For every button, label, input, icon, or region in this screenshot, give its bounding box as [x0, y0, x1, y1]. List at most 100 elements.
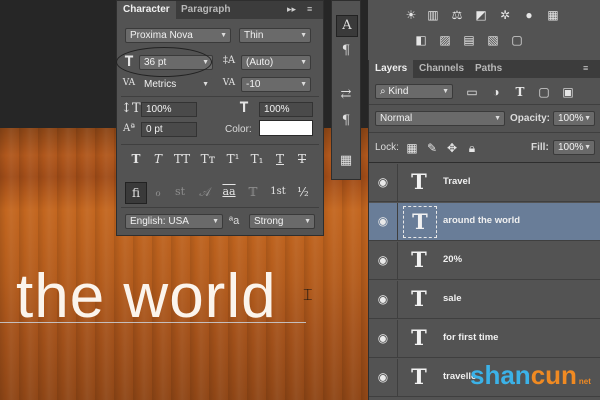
text-cursor-icon: ⌶: [303, 287, 313, 304]
layer-name[interactable]: Travel: [443, 176, 470, 187]
kerning-icon: VA: [122, 78, 136, 88]
exposure-icon[interactable]: ◩: [474, 9, 488, 21]
type-layer-thumbnail-icon: T: [403, 206, 437, 238]
type-layer-thumbnail-icon: T: [411, 286, 427, 311]
ligatures-button[interactable]: ﬁ: [125, 182, 147, 204]
lock-all-icon[interactable]: 🔒︎: [465, 142, 479, 154]
antialias-dropdown[interactable]: Strong ▼: [249, 214, 315, 229]
language-dropdown[interactable]: English: USA ▼: [125, 214, 223, 229]
opacity-value: 100%: [558, 113, 584, 124]
posterize-icon[interactable]: ▨: [438, 34, 452, 46]
curves-icon[interactable]: ⚖: [450, 9, 464, 21]
old-style-button[interactable]: st: [171, 184, 189, 200]
selective-color-icon[interactable]: ▢: [510, 34, 524, 46]
tab-paths[interactable]: Paths: [469, 60, 508, 78]
vertical-scale-field[interactable]: 100%: [141, 102, 197, 117]
watermark-sub: net: [578, 377, 591, 386]
levels-icon[interactable]: ▥: [426, 9, 440, 21]
subscript-button[interactable]: T₁: [247, 151, 267, 167]
leading-field[interactable]: (Auto) ▼: [241, 55, 311, 70]
faux-bold-button[interactable]: T: [127, 151, 145, 167]
superscript-button[interactable]: T¹: [223, 151, 243, 167]
gradient-map-icon[interactable]: ▧: [486, 34, 500, 46]
layer-row[interactable]: ◉ T sale: [369, 281, 600, 319]
tab-layers[interactable]: Layers: [369, 60, 414, 78]
vertical-scale-icon: ↕T: [121, 101, 141, 116]
visibility-eye-icon[interactable]: ◉: [369, 359, 398, 396]
blend-mode-dropdown[interactable]: Normal ▼: [375, 111, 505, 126]
filter-adjustment-icon[interactable]: ◑: [489, 86, 503, 98]
character-panel-button[interactable]: A: [336, 15, 358, 37]
threshold-icon[interactable]: ▤: [462, 34, 476, 46]
strikethrough-button[interactable]: T: [293, 151, 311, 167]
tab-paragraph[interactable]: Paragraph: [175, 1, 236, 19]
layer-name[interactable]: around the world: [443, 215, 520, 226]
lock-image-pixels-icon[interactable]: ✎: [425, 142, 439, 154]
color-lookup-icon[interactable]: ▦: [546, 9, 560, 21]
swash-button[interactable]: 𝒜: [195, 184, 215, 200]
tracking-field[interactable]: -10 ▼: [241, 77, 311, 92]
antialias-icon: ªa: [229, 215, 240, 227]
collapse-panel-icon[interactable]: ▸▸: [287, 4, 296, 15]
invert-icon[interactable]: ◧: [414, 34, 428, 46]
chevron-down-icon: ▼: [220, 32, 227, 39]
watermark-part2: cun: [530, 360, 577, 390]
tab-character[interactable]: Character: [117, 1, 176, 19]
filter-smart-object-icon[interactable]: ▣: [561, 86, 575, 98]
visibility-eye-icon[interactable]: ◉: [369, 320, 398, 357]
chevron-down-icon: ▼: [300, 32, 307, 39]
adjustments-panel: ☀ ▥ ⚖ ◩ ✲ ● ▦ ◧ ▨ ▤ ▧ ▢: [368, 0, 600, 60]
layers-panel-tabs: Layers Channels Paths ≡: [369, 60, 600, 78]
kerning-dropdown[interactable]: Metrics ▼: [139, 77, 213, 92]
hue-saturation-icon[interactable]: ●: [522, 9, 536, 21]
vibrance-icon[interactable]: ✲: [498, 9, 512, 21]
layer-name[interactable]: for first time: [443, 332, 498, 343]
text-color-swatch[interactable]: [259, 120, 313, 136]
layer-row[interactable]: ◉ T for first time: [369, 320, 600, 358]
layer-row[interactable]: ◉ T 20%: [369, 242, 600, 280]
watermark-part1: shan: [470, 360, 531, 390]
layer-name[interactable]: sale: [443, 293, 462, 304]
fill-field[interactable]: 100% ▼: [553, 140, 595, 155]
paragraph-panel-button[interactable]: ¶: [336, 41, 356, 61]
visibility-eye-icon[interactable]: ◉: [369, 203, 398, 240]
lock-transparent-pixels-icon[interactable]: ▦: [405, 142, 419, 154]
underline-button[interactable]: T: [271, 151, 289, 167]
stylistic-alternates-button[interactable]: aa: [219, 184, 239, 200]
tab-channels[interactable]: Channels: [413, 60, 470, 78]
opacity-field[interactable]: 100% ▼: [553, 111, 595, 126]
all-caps-button[interactable]: TT: [171, 151, 193, 167]
glyphs-panel-button[interactable]: ▦: [336, 151, 356, 171]
filter-shape-icon[interactable]: ▢: [537, 86, 551, 98]
layer-row-selected[interactable]: ◉ T around the world: [369, 203, 600, 241]
faux-italic-button[interactable]: T: [149, 151, 167, 167]
filter-type-icon[interactable]: T: [513, 86, 527, 98]
layer-filter-dropdown[interactable]: ⌕ Kind ▼: [375, 84, 453, 99]
brightness-contrast-icon[interactable]: ☀: [404, 9, 418, 21]
layer-row[interactable]: ◉ T Travel: [369, 164, 600, 202]
font-style-dropdown[interactable]: Thin ▼: [239, 28, 311, 43]
opacity-label: Opacity:: [510, 113, 551, 124]
visibility-eye-icon[interactable]: ◉: [369, 164, 398, 201]
lock-position-icon[interactable]: ✥: [445, 142, 459, 154]
horizontal-scale-field[interactable]: 100%: [259, 102, 313, 117]
character-styles-button[interactable]: ⇄: [336, 85, 356, 105]
type-layer-thumbnail-icon: T: [411, 247, 427, 272]
titling-alternates-button[interactable]: 𝕋: [243, 184, 263, 200]
layer-name[interactable]: 20%: [443, 254, 462, 265]
ordinals-button[interactable]: 1st: [267, 184, 289, 200]
leading-icon: ‡A: [222, 55, 236, 66]
panel-menu-icon[interactable]: ≡: [583, 63, 588, 73]
visibility-eye-icon[interactable]: ◉: [369, 281, 398, 318]
type-layer-thumbnail-icon: T: [411, 364, 427, 389]
color-label: Color:: [225, 124, 252, 135]
small-caps-button[interactable]: Tᴛ: [197, 151, 219, 167]
baseline-shift-field[interactable]: 0 pt: [141, 122, 197, 137]
paragraph-styles-button[interactable]: ¶: [336, 111, 356, 131]
filter-pixel-icon[interactable]: ▭: [465, 86, 479, 98]
visibility-eye-icon[interactable]: ◉: [369, 242, 398, 279]
panel-menu-icon[interactable]: ≡: [307, 4, 312, 14]
fractions-button[interactable]: ½: [293, 184, 313, 200]
discretionary-ligatures-button[interactable]: ℴ: [149, 184, 167, 200]
font-family-dropdown[interactable]: Proxima Nova ▼: [125, 28, 231, 43]
